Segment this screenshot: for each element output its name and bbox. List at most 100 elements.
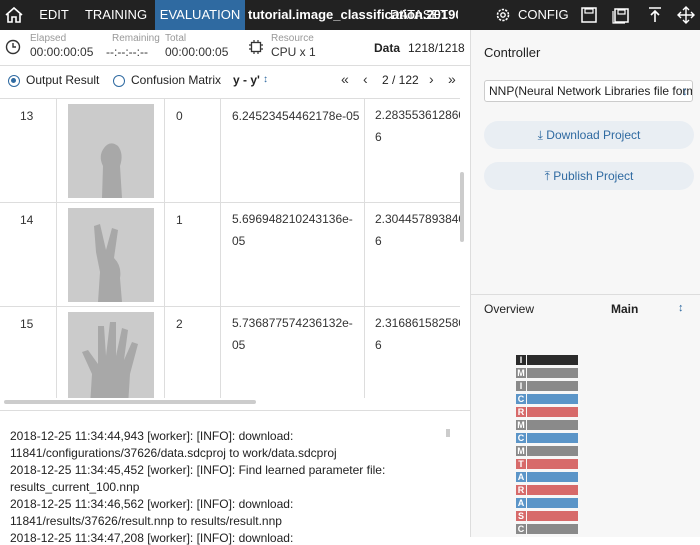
hand-image <box>68 104 154 198</box>
layer-letter: I <box>516 355 526 365</box>
log-line: 2018-12-25 11:34:47,208 [worker]: [INFO]… <box>10 531 294 545</box>
select-caret-icon[interactable]: ↕ <box>678 302 684 314</box>
status-bar: Elapsed 00:00:00:05 Remaining --:--:--:-… <box>0 30 470 66</box>
save-icon[interactable] <box>580 6 598 24</box>
layer-block: I <box>516 355 578 365</box>
cpu-icon <box>249 40 263 54</box>
project-title: tutorial.image_classification.20190319 D… <box>248 0 458 30</box>
row-index: 14 <box>20 213 34 227</box>
confusion-matrix-radio[interactable] <box>113 75 125 87</box>
layer-block: C <box>516 394 578 404</box>
remaining-block: Remaining --:--:--:-- <box>106 33 160 59</box>
divider <box>220 307 221 398</box>
table-row[interactable]: 14 1 5.696948210243136e-05 2.30445789384… <box>0 203 460 307</box>
layer-body <box>527 407 578 417</box>
divider <box>56 203 57 307</box>
fullscreen-icon[interactable] <box>677 6 695 24</box>
table-horizontal-scrollbar[interactable] <box>4 400 256 404</box>
hand-image <box>68 208 154 302</box>
layer-letter: M <box>516 368 526 378</box>
layer-letter: C <box>516 433 526 443</box>
table-row[interactable]: 15 2 5.736877574236132e-05 2.31686158258… <box>0 307 460 398</box>
resource-block: Resource CPU x 1 <box>271 33 316 59</box>
overview-title: Overview <box>484 302 535 316</box>
row-label: 1 <box>176 213 183 227</box>
log-panel: 2018-12-25 11:34:44,943 [worker]: [INFO]… <box>0 410 470 545</box>
last-page-button[interactable]: » <box>448 71 456 87</box>
elapsed-value: 00:00:00:05 <box>30 45 94 59</box>
layer-block: T <box>516 459 578 469</box>
layer-body <box>527 485 578 495</box>
first-page-button[interactable]: « <box>341 71 349 87</box>
config-button[interactable]: CONFIG <box>518 0 569 30</box>
gear-icon[interactable] <box>494 6 512 24</box>
layer-body <box>527 472 578 482</box>
output-result-label[interactable]: Output Result <box>26 73 99 87</box>
tab-evaluation[interactable]: EVALUATION <box>155 0 245 30</box>
layer-body <box>527 498 578 508</box>
log-line: results_current_100.nnp <box>10 480 140 494</box>
prev-page-button[interactable]: ‹ <box>363 71 368 87</box>
divider <box>364 203 365 307</box>
row-y-prime: 2.3044578938406 <box>375 212 460 248</box>
output-result-radio[interactable] <box>8 75 20 87</box>
home-icon[interactable] <box>4 5 24 25</box>
upload-icon[interactable] <box>646 6 664 24</box>
result-controls: Output Result Confusion Matrix y - y' ↕ … <box>0 66 470 98</box>
row-index: 15 <box>20 317 34 331</box>
layer-block: M <box>516 446 578 456</box>
log-line: 11841/configurations/37626/data.sdcproj … <box>10 446 337 460</box>
layer-body <box>527 355 578 365</box>
layer-body <box>527 511 578 521</box>
layer-body <box>527 420 578 430</box>
log-scrollbar[interactable] <box>446 429 450 437</box>
layer-block: R <box>516 485 578 495</box>
layer-letter: A <box>516 498 526 508</box>
tab-edit[interactable]: EDIT <box>36 0 72 30</box>
data-label: Data <box>374 41 401 55</box>
divider <box>220 99 221 203</box>
row-label: 0 <box>176 109 183 123</box>
layer-letter: A <box>516 472 526 482</box>
format-select[interactable]: NNP(Neural Network Libraries file format… <box>484 80 693 102</box>
controller-title: Controller <box>484 45 541 60</box>
save-as-icon[interactable] <box>612 6 630 24</box>
layer-block: M <box>516 420 578 430</box>
table-row[interactable]: 13 0 6.24523454462178e-05 2.283553612860… <box>0 99 460 203</box>
layer-block: S <box>516 511 578 521</box>
layer-letter: M <box>516 420 526 430</box>
layer-block: A <box>516 498 578 508</box>
remaining-label: Remaining <box>112 33 160 44</box>
network-overview[interactable]: I M I C R M C M T A R A S C <box>516 355 616 537</box>
divider <box>471 294 700 295</box>
result-table: 13 0 6.24523454462178e-05 2.283553612860… <box>0 98 460 398</box>
network-select[interactable]: Main <box>611 302 638 316</box>
log-line: 11841/results/37626/result.nnp to result… <box>10 514 282 528</box>
row-y-prime: 2.2835536128606 <box>375 108 460 144</box>
data-count: 1218/1218 <box>408 41 465 55</box>
select-caret-icon[interactable]: ↕ <box>263 74 268 85</box>
download-project-button[interactable]: ⤓ Download Project <box>484 121 694 149</box>
elapsed-block: Elapsed 00:00:00:05 <box>30 33 93 59</box>
layer-block: R <box>516 407 578 417</box>
tab-training[interactable]: TRAINING <box>84 0 148 30</box>
select-caret-icon: ↕ <box>682 84 688 98</box>
top-bar: EDIT TRAINING EVALUATION tutorial.image_… <box>0 0 700 30</box>
publish-project-button[interactable]: ⤒ Publish Project <box>484 162 694 190</box>
table-vertical-scrollbar[interactable] <box>460 172 464 242</box>
layer-letter: S <box>516 511 526 521</box>
column-select[interactable]: y - y' <box>233 73 260 87</box>
divider <box>220 203 221 307</box>
format-select-value: NNP(Neural Network Libraries file format… <box>489 84 693 98</box>
log-line: 2018-12-25 11:34:45,452 [worker]: [INFO]… <box>10 463 386 477</box>
divider <box>56 99 57 203</box>
tab-dataset[interactable]: DATASET <box>390 0 448 30</box>
confusion-matrix-label[interactable]: Confusion Matrix <box>131 73 221 87</box>
total-label: Total <box>165 33 187 44</box>
next-page-button[interactable]: › <box>429 71 434 87</box>
layer-letter: R <box>516 485 526 495</box>
row-y-prime: 2.3168615825806 <box>375 316 460 352</box>
hand-image <box>68 312 154 398</box>
layer-letter: C <box>516 524 526 534</box>
divider <box>364 307 365 398</box>
